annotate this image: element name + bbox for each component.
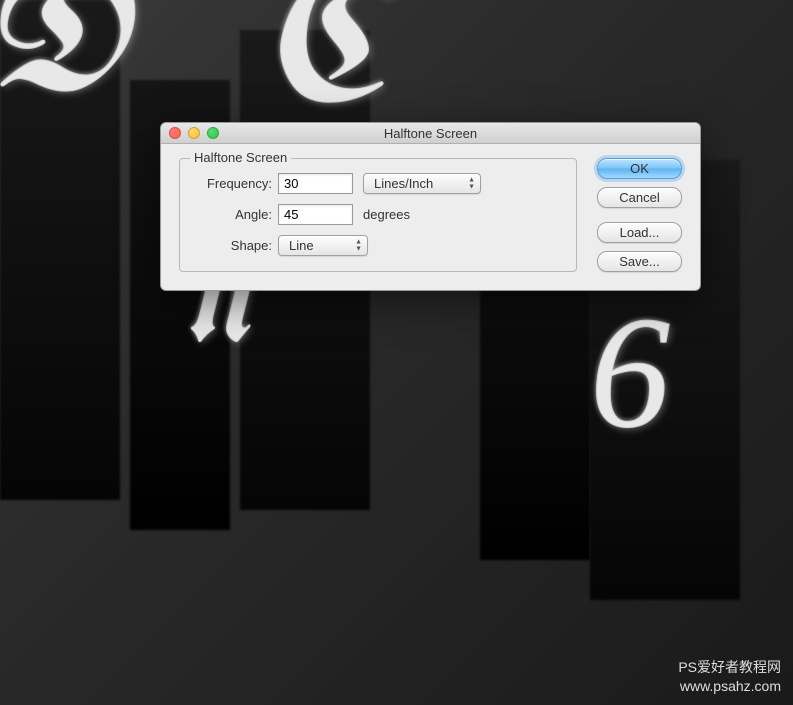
minimize-icon[interactable] xyxy=(188,127,200,139)
shape-value: Line xyxy=(289,238,314,253)
angle-input[interactable] xyxy=(278,204,353,225)
updown-arrows-icon: ▲▼ xyxy=(355,239,362,252)
load-button[interactable]: Load... xyxy=(597,222,682,243)
dialog-title: Halftone Screen xyxy=(384,126,477,141)
cancel-button[interactable]: Cancel xyxy=(597,187,682,208)
frequency-units-select[interactable]: Lines/Inch ▲▼ xyxy=(363,173,481,194)
shape-select[interactable]: Line ▲▼ xyxy=(278,235,368,256)
shape-row: Shape: Line ▲▼ xyxy=(194,235,562,256)
ok-button[interactable]: OK xyxy=(597,158,682,179)
watermark-line2: www.psahz.com xyxy=(678,677,781,697)
frequency-units-value: Lines/Inch xyxy=(374,176,433,191)
button-column: OK Cancel Load... Save... xyxy=(597,158,682,272)
zoom-icon[interactable] xyxy=(207,127,219,139)
bg-letter: D xyxy=(0,0,134,142)
watermark-line1: PS爱好者教程网 xyxy=(678,658,781,678)
angle-unit: degrees xyxy=(363,207,410,222)
updown-arrows-icon: ▲▼ xyxy=(468,177,475,190)
halftone-fieldset: Halftone Screen Frequency: Lines/Inch ▲▼… xyxy=(179,158,577,272)
halftone-screen-dialog: Halftone Screen Halftone Screen Frequenc… xyxy=(160,122,701,291)
angle-row: Angle: degrees xyxy=(194,204,562,225)
frequency-row: Frequency: Lines/Inch ▲▼ xyxy=(194,173,562,194)
save-button[interactable]: Save... xyxy=(597,251,682,272)
window-controls xyxy=(169,127,219,139)
shape-label: Shape: xyxy=(194,238,272,253)
frequency-input[interactable] xyxy=(278,173,353,194)
watermark: PS爱好者教程网 www.psahz.com xyxy=(678,658,781,697)
fieldset-legend: Halftone Screen xyxy=(190,150,291,165)
bg-letter: 6 xyxy=(590,280,670,465)
frequency-label: Frequency: xyxy=(194,176,272,191)
angle-label: Angle: xyxy=(194,207,272,222)
close-icon[interactable] xyxy=(169,127,181,139)
dialog-titlebar[interactable]: Halftone Screen xyxy=(161,123,700,144)
dialog-body: Halftone Screen Frequency: Lines/Inch ▲▼… xyxy=(161,144,700,290)
